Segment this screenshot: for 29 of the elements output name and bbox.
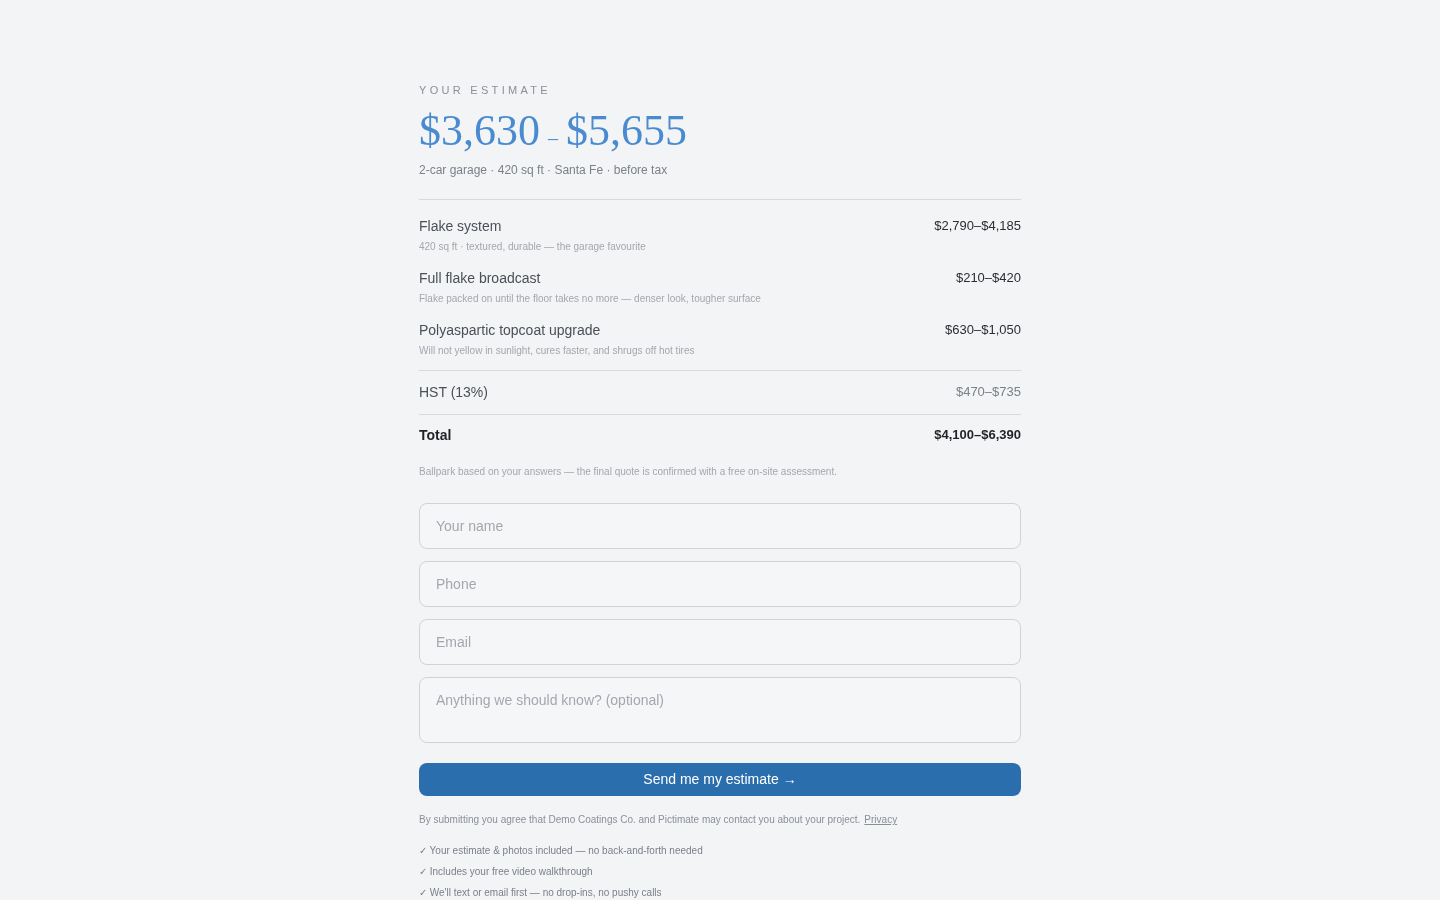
price-high: $5,655: [566, 104, 687, 157]
consent-text: By submitting you agree that Demo Coatings Co. and Pictimate may contact you about your project.: [419, 813, 861, 827]
estimate-summary: 2-car garage · 420 sq ft · Santa Fe · before tax: [419, 161, 669, 179]
submit-button[interactable]: Send me my estimate →: [419, 762, 1021, 796]
input-field[interactable]: Email: [419, 618, 1021, 665]
input-field[interactable]: Your name: [419, 502, 1021, 549]
benefit-text: ✓ Your estimate & photos included — no back-and-forth needed: [419, 844, 704, 858]
item-name: Polyaspartic topcoat upgrade: [419, 320, 602, 340]
item-detail: Will not yellow in sunlight, cures faster, and shrugs off hot tires: [419, 343, 695, 358]
item-price: $630–$1,050: [945, 320, 1021, 339]
eyebrow-label: YOUR ESTIMATE: [419, 83, 552, 98]
range-separator: –: [548, 125, 558, 151]
benefit-text: ✓ Includes your free video walkthrough: [419, 865, 594, 879]
item-name: Flake system: [419, 216, 503, 236]
benefit-text: ✓ We'll text or email first — no drop-ins, no pushy calls: [419, 886, 663, 900]
item-detail: 420 sq ft · textured, durable — the garage favourite: [419, 239, 646, 254]
item-name: Full flake broadcast: [419, 268, 542, 288]
tax-amount: $470–$735: [955, 382, 1021, 401]
item-price: $2,790–$4,185: [934, 216, 1021, 235]
item-price: $210–$420: [955, 268, 1021, 287]
tax-label: HST (13%): [419, 382, 488, 402]
total-label: Total: [419, 425, 452, 445]
price-low: $3,630: [419, 104, 540, 157]
input-field[interactable]: Phone: [419, 560, 1021, 607]
total-amount: $4,100–$6,390: [934, 425, 1021, 444]
estimate-note: Ballpark based on your answers — the final quote is confirmed with a free on-site assessment.: [419, 464, 838, 479]
privacy-link[interactable]: Privacy: [864, 812, 898, 827]
notes-field[interactable]: Anything we should know? (optional): [419, 676, 1021, 743]
item-detail: Flake packed on until the floor takes no more — denser look, tougher surface: [419, 291, 761, 306]
